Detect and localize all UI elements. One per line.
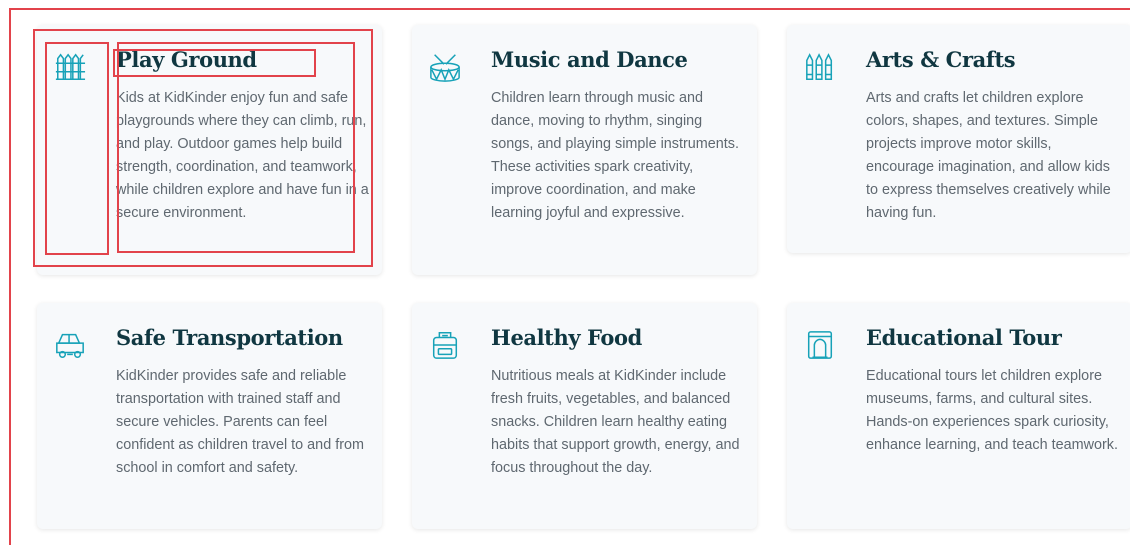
card-title: Play Ground: [116, 47, 257, 72]
facility-card-educational-tour: Educational Tour Educational tours let c…: [787, 303, 1130, 529]
drum-icon: [428, 50, 462, 86]
card-description: Arts and crafts let children explore col…: [866, 90, 1111, 221]
fence-icon: [53, 50, 87, 86]
crayons-icon: [803, 50, 837, 86]
facility-card-play-ground: Play Ground Kids at KidKinder enjoy fun …: [37, 25, 382, 275]
card-description: Educational tours let children explore m…: [866, 368, 1118, 453]
card-description: Children learn through music and dance, …: [491, 90, 739, 221]
school-bus-icon: [53, 328, 87, 364]
facility-card-safe-transportation: Safe Transportation KidKinder provides s…: [37, 303, 382, 529]
facility-card-arts-and-crafts: Arts & Crafts Arts and crafts let childr…: [787, 25, 1130, 253]
card-title: Music and Dance: [491, 47, 688, 72]
card-description: Kids at KidKinder enjoy fun and safe pla…: [116, 90, 369, 221]
card-title: Educational Tour: [866, 325, 1062, 350]
facility-card-music-and-dance: Music and Dance Children learn through m…: [412, 25, 757, 275]
facility-card-healthy-food: Healthy Food Nutritious meals at KidKind…: [412, 303, 757, 529]
card-title: Healthy Food: [491, 325, 642, 350]
card-title: Arts & Crafts: [866, 47, 1016, 72]
card-title: Safe Transportation: [116, 325, 343, 350]
card-description: Nutritious meals at KidKinder include fr…: [491, 368, 740, 476]
lunchbox-icon: [428, 328, 462, 364]
card-description: KidKinder provides safe and reliable tra…: [116, 368, 364, 476]
tour-book-icon: [803, 328, 837, 364]
